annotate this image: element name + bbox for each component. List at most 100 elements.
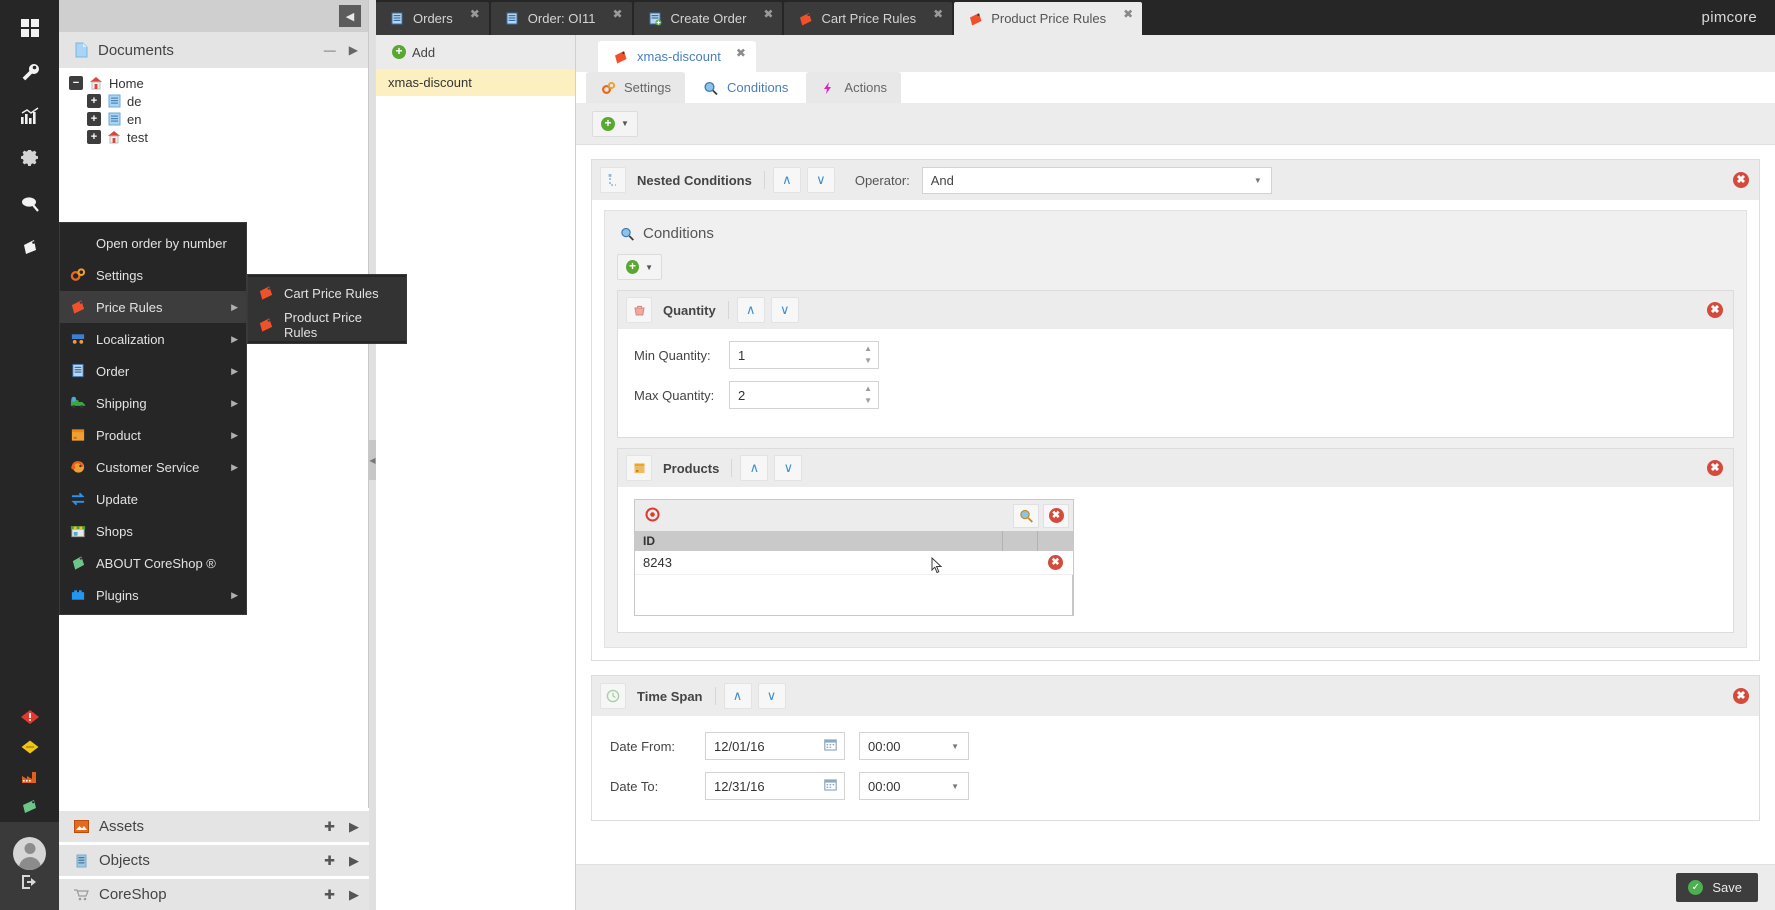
expand-icon[interactable]: ▶ <box>349 853 359 869</box>
move-up-button[interactable]: ∧ <box>723 683 752 709</box>
tab-cart-price-rules[interactable]: Cart Price Rules ✖ <box>784 2 953 35</box>
tab-product-price-rules[interactable]: Product Price Rules ✖ <box>954 2 1143 35</box>
menu-item-localization[interactable]: Localization ▶ <box>60 323 246 355</box>
menu-item-open-order-by-number[interactable]: Open order by number <box>60 227 246 259</box>
date-to-input[interactable]: 12/31/16 <box>705 772 845 800</box>
close-icon[interactable]: ✖ <box>1123 7 1133 21</box>
move-down-button[interactable]: ∨ <box>806 167 835 193</box>
remove-row-button[interactable]: ✖ <box>1038 555 1073 570</box>
logout-icon[interactable] <box>21 874 39 895</box>
tree-node-de[interactable]: + de <box>65 92 368 110</box>
expander-icon[interactable]: + <box>87 130 101 144</box>
time-from-select[interactable]: 00:00 ▼ <box>859 732 969 760</box>
delete-icon[interactable]: ✖ <box>1048 508 1064 523</box>
calendar-icon[interactable] <box>824 738 837 754</box>
add-button[interactable]: + Add <box>384 42 443 63</box>
target-icon[interactable] <box>645 507 660 525</box>
add-icon[interactable]: ✚ <box>324 819 335 835</box>
close-icon[interactable]: ✖ <box>933 7 943 21</box>
tab-settings[interactable]: Settings <box>586 72 685 103</box>
menu-item-settings[interactable]: Settings <box>60 259 246 291</box>
marketing-chart-icon[interactable] <box>0 94 59 138</box>
delete-products-condition-button[interactable]: ✖ <box>1707 460 1723 476</box>
close-icon[interactable]: ✖ <box>470 7 480 21</box>
menu-item-shipping[interactable]: Shipping ▶ <box>60 387 246 419</box>
add-inner-condition-button[interactable]: + ▼ <box>617 254 662 280</box>
move-up-button[interactable]: ∧ <box>740 455 769 481</box>
submenu-item-product-price-rules[interactable]: Product Price Rules <box>248 309 406 341</box>
expand-icon[interactable]: ▶ <box>349 819 359 835</box>
delete-quantity-condition-button[interactable]: ✖ <box>1707 302 1723 318</box>
avatar[interactable] <box>13 837 46 870</box>
factory-icon[interactable] <box>0 762 59 792</box>
spinner-arrows[interactable]: ▲ ▼ <box>864 385 872 405</box>
panel-splitter[interactable]: ◀ <box>369 0 376 910</box>
tab-actions[interactable]: Actions <box>806 72 902 103</box>
operator-select[interactable]: And ▼ <box>921 166 1272 194</box>
close-icon[interactable]: ✖ <box>612 7 622 21</box>
panel-expand-icon[interactable]: ▶ <box>349 43 358 57</box>
minimize-icon[interactable]: — <box>324 43 336 57</box>
tools-icon[interactable] <box>0 50 59 94</box>
add-icon[interactable]: ✚ <box>324 887 335 903</box>
close-icon[interactable]: ✖ <box>736 46 746 60</box>
delete-time-span-button[interactable]: ✖ <box>1733 688 1749 704</box>
column-header-id[interactable]: ID <box>635 531 1003 551</box>
move-up-button[interactable]: ∧ <box>772 167 801 193</box>
menu-item-shops[interactable]: Shops <box>60 515 246 547</box>
menu-item-plugins[interactable]: Plugins ▶ <box>60 579 246 611</box>
delete-icon[interactable]: ✖ <box>1048 555 1063 570</box>
coreshop-tag-icon[interactable] <box>0 226 59 270</box>
move-up-button[interactable]: ∧ <box>736 297 765 323</box>
tab-orders[interactable]: Orders ✖ <box>376 2 489 35</box>
panel-objects[interactable]: Objects ✚ ▶ <box>59 842 369 876</box>
move-down-button[interactable]: ∨ <box>774 455 803 481</box>
grid-search-button[interactable] <box>1013 503 1039 528</box>
collapse-panel-button[interactable]: ◀ <box>339 5 361 27</box>
panel-assets[interactable]: Assets ✚ ▶ <box>59 808 369 842</box>
doc-tab-xmas-discount[interactable]: xmas-discount ✖ <box>598 41 756 72</box>
user-area[interactable] <box>0 822 59 910</box>
menu-item-product[interactable]: Product ▶ <box>60 419 246 451</box>
warning-icon[interactable] <box>0 732 59 762</box>
calendar-icon[interactable] <box>824 778 837 794</box>
save-button[interactable]: ✓ Save <box>1676 873 1758 902</box>
menu-item-price-rules[interactable]: Price Rules ▶ <box>60 291 246 323</box>
tab-conditions[interactable]: Conditions <box>688 72 803 103</box>
menu-item-update[interactable]: Update <box>60 483 246 515</box>
max-quantity-input[interactable]: 2 ▲ ▼ <box>729 381 879 409</box>
move-down-button[interactable]: ∨ <box>770 297 799 323</box>
tree-node-home[interactable]: − Home <box>65 74 368 92</box>
move-down-button[interactable]: ∨ <box>757 683 786 709</box>
delete-nested-condition-button[interactable]: ✖ <box>1733 172 1749 188</box>
alert-icon[interactable] <box>0 702 59 732</box>
tab-create-order[interactable]: Create Order ✖ <box>633 2 783 35</box>
menu-item-customer-service[interactable]: Customer Service ▶ <box>60 451 246 483</box>
green-tag-icon[interactable] <box>0 792 59 822</box>
tree-node-en[interactable]: + en <box>65 110 368 128</box>
expander-icon[interactable]: + <box>87 94 101 108</box>
expander-icon[interactable]: − <box>69 76 83 90</box>
time-to-select[interactable]: 00:00 ▼ <box>859 772 969 800</box>
min-quantity-input[interactable]: 1 ▲ ▼ <box>729 341 879 369</box>
panel-coreshop[interactable]: CoreShop ✚ ▶ <box>59 876 369 910</box>
list-item[interactable]: xmas-discount <box>376 69 575 96</box>
expand-icon[interactable]: ▶ <box>349 887 359 903</box>
dashboard-icon[interactable] <box>0 6 59 50</box>
expander-icon[interactable]: + <box>87 112 101 126</box>
tab-order-oi11[interactable]: Order: OI11 ✖ <box>490 2 632 35</box>
settings-gear-icon[interactable] <box>0 138 59 182</box>
spinner-arrows[interactable]: ▲ ▼ <box>864 345 872 365</box>
date-from-input[interactable]: 12/01/16 <box>705 732 845 760</box>
grid-clear-button[interactable]: ✖ <box>1043 503 1069 528</box>
splitter-grip[interactable]: ◀ <box>369 440 376 480</box>
table-row[interactable]: 8243 ✖ <box>635 551 1073 575</box>
tree-node-test[interactable]: + test <box>65 128 368 146</box>
add-condition-button[interactable]: + ▼ <box>592 110 638 137</box>
menu-item-order[interactable]: Order ▶ <box>60 355 246 387</box>
close-icon[interactable]: ✖ <box>763 7 773 21</box>
add-icon[interactable]: ✚ <box>324 853 335 869</box>
documents-title-bar[interactable]: Documents — ▶ <box>59 32 368 68</box>
menu-item-about-coreshop[interactable]: ABOUT CoreShop ® <box>60 547 246 579</box>
submenu-item-cart-price-rules[interactable]: Cart Price Rules <box>248 277 406 309</box>
